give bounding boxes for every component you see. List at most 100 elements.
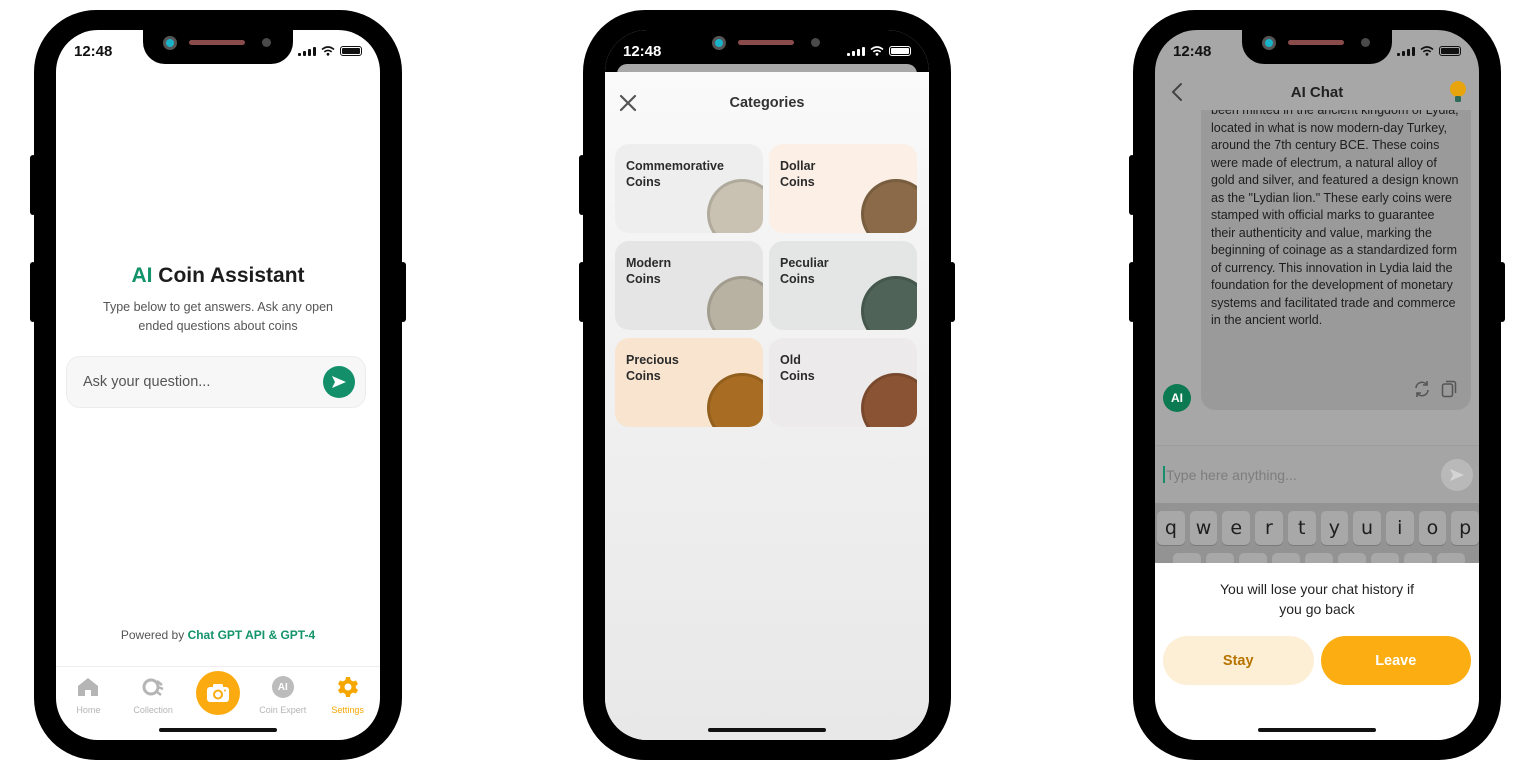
page-title: AI Coin Assistant <box>131 264 305 287</box>
key-t[interactable]: t <box>1287 511 1316 545</box>
chat-header: AI Chat <box>1155 74 1479 110</box>
chat-input[interactable]: Type here anything... <box>1163 466 1297 483</box>
volume-up-button <box>30 155 36 215</box>
regenerate-icon[interactable] <box>1413 380 1431 398</box>
chat-input-placeholder: Type here anything... <box>1166 466 1297 483</box>
ai-badge-icon: AI <box>271 676 294 698</box>
category-card-precious[interactable]: Precious Coins <box>615 338 763 427</box>
power-button <box>1499 262 1505 322</box>
signal-icon <box>1397 46 1415 56</box>
chat-input-row: Type here anything... <box>1155 445 1479 503</box>
back-chevron-icon[interactable] <box>1169 82 1187 102</box>
category-card-modern[interactable]: Modern Coins <box>615 241 763 330</box>
category-label: Old Coins <box>780 353 815 383</box>
question-input-box <box>66 356 366 408</box>
volume-down-button <box>1129 262 1135 322</box>
volume-down-button <box>30 262 36 322</box>
signal-icon <box>847 46 865 56</box>
phone-frame-chat: 12:48 AI Chat been minted in the ancient… <box>1129 10 1505 760</box>
signal-icon <box>298 46 316 56</box>
key-p[interactable]: p <box>1451 511 1479 545</box>
tab-home[interactable]: Home <box>58 673 118 715</box>
ai-message-text: been minted in the ancient kingdom of Ly… <box>1211 110 1459 327</box>
notch <box>1242 30 1392 64</box>
status-time: 12:48 <box>623 42 662 60</box>
categories-screen: 12:48 Categories Commemorative Coins Doll… <box>605 30 929 740</box>
wifi-icon <box>321 46 335 56</box>
chat-title: AI Chat <box>1290 83 1344 101</box>
assistant-screen: 12:48 AI Coin Assistant Type below to ge… <box>56 30 380 740</box>
power-button <box>949 262 955 322</box>
key-y[interactable]: y <box>1320 511 1349 545</box>
wifi-icon <box>870 46 884 56</box>
powered-by-text: Powered by Chat GPT API & GPT-4 <box>120 628 316 642</box>
tab-label: Home <box>76 705 101 715</box>
keyboard: qwertyuiop <box>1155 503 1479 567</box>
phone-frame-assistant: 12:48 AI Coin Assistant Type below to ge… <box>30 10 406 760</box>
status-time: 12:48 <box>74 42 113 60</box>
text-caret <box>1163 466 1165 483</box>
phone-frame-categories: 12:48 Categories Commemorative Coins Doll… <box>579 10 955 760</box>
close-icon[interactable] <box>617 92 639 114</box>
key-w[interactable]: w <box>1189 511 1218 545</box>
copy-icon[interactable] <box>1441 380 1457 398</box>
status-time: 12:48 <box>1173 42 1212 60</box>
home-indicator[interactable] <box>708 728 826 732</box>
leave-confirm-dialog: You will lose your chat history if you g… <box>1155 563 1479 740</box>
key-u[interactable]: u <box>1353 511 1381 545</box>
ai-message-bubble: been minted in the ancient kingdom of Ly… <box>1201 110 1471 410</box>
category-card-commemorative[interactable]: Commemorative Coins <box>615 144 763 233</box>
notch <box>143 30 293 64</box>
key-o[interactable]: o <box>1418 511 1447 545</box>
tab-camera[interactable] <box>188 671 248 715</box>
category-label: Precious Coins <box>626 353 679 383</box>
tab-label: Settings <box>331 705 364 715</box>
volume-up-button <box>1129 155 1135 215</box>
stay-button[interactable]: Stay <box>1163 636 1314 685</box>
battery-icon <box>889 46 911 56</box>
category-card-old[interactable]: Old Coins <box>769 338 917 427</box>
gear-icon <box>337 677 358 697</box>
leave-button[interactable]: Leave <box>1320 636 1471 685</box>
send-button[interactable] <box>323 366 355 398</box>
tab-coin-expert[interactable]: AI Coin Expert <box>253 673 313 715</box>
chat-send-button[interactable] <box>1441 458 1473 491</box>
key-i[interactable]: i <box>1385 511 1414 545</box>
sheet-title: Categories <box>729 95 805 111</box>
dialog-message: You will lose your chat history if you g… <box>1219 581 1415 617</box>
key-e[interactable]: e <box>1222 511 1251 545</box>
volume-down-button <box>579 262 585 322</box>
category-label: Modern Coins <box>626 256 672 286</box>
power-button <box>400 262 406 322</box>
lightbulb-icon[interactable] <box>1449 80 1467 106</box>
category-grid: Commemorative Coins Dollar Coins Modern Coi… <box>605 134 929 427</box>
home-indicator[interactable] <box>159 728 277 732</box>
keyboard-row: qwertyuiop <box>1157 511 1479 545</box>
tab-collection[interactable]: Collection <box>123 673 183 715</box>
send-icon <box>332 376 346 388</box>
volume-up-button <box>579 155 585 215</box>
key-r[interactable]: r <box>1255 511 1283 545</box>
category-card-peculiar[interactable]: Peculiar Coins <box>769 241 917 330</box>
category-label: Commemorative Coins <box>626 159 724 189</box>
chat-screen: 12:48 AI Chat been minted in the ancient… <box>1155 30 1479 740</box>
categories-sheet: Categories Commemorative Coins Dollar Coin… <box>605 72 929 740</box>
home-indicator[interactable] <box>1258 728 1376 732</box>
send-icon <box>1450 468 1464 481</box>
tab-label: Collection <box>133 705 173 715</box>
question-input[interactable] <box>83 374 303 390</box>
category-card-dollar[interactable]: Dollar Coins <box>769 144 917 233</box>
category-label: Peculiar Coins <box>780 256 829 286</box>
battery-icon <box>1439 46 1461 56</box>
collection-icon <box>142 678 164 696</box>
home-icon <box>78 678 99 696</box>
tab-label: Coin Expert <box>259 705 307 715</box>
category-label: Dollar Coins <box>780 159 816 189</box>
key-q[interactable]: q <box>1157 511 1185 545</box>
page-subtitle: Type below to get answers. Ask any open … <box>103 300 333 333</box>
tab-settings[interactable]: Settings <box>318 673 378 715</box>
notch <box>692 30 842 64</box>
wifi-icon <box>1420 46 1434 56</box>
ai-avatar: AI <box>1163 384 1191 412</box>
battery-icon <box>340 46 362 56</box>
